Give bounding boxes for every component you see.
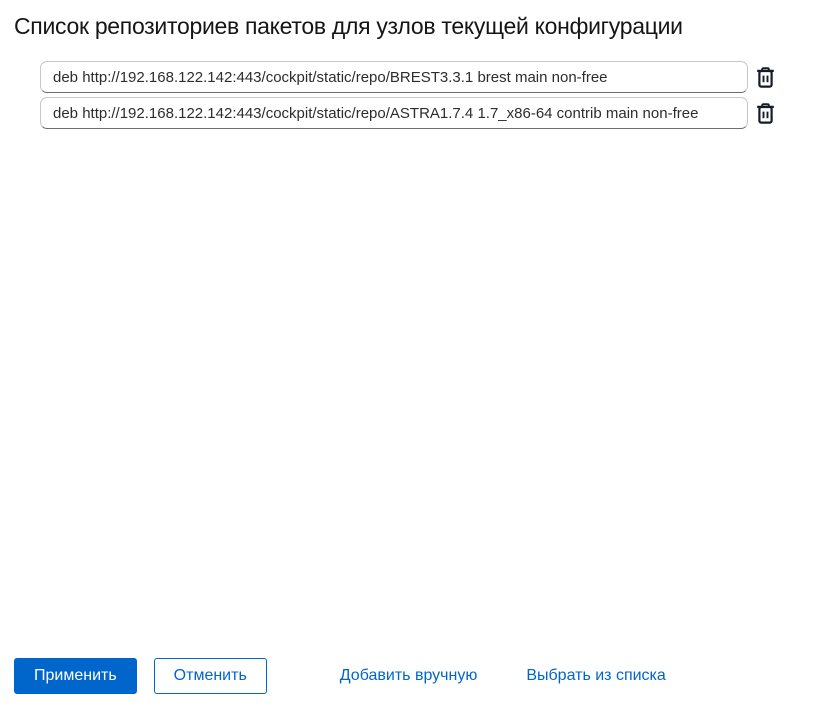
repo-config-page: Список репозиториев пакетов для узлов те… — [0, 0, 815, 711]
action-bar: Применить Отменить Добавить вручную Выбр… — [14, 658, 666, 694]
choose-from-list-link[interactable]: Выбрать из списка — [526, 667, 665, 685]
trash-icon — [756, 66, 775, 88]
repo-row — [40, 97, 777, 129]
repo-row — [40, 61, 777, 93]
delete-repo-button[interactable] — [753, 100, 777, 126]
apply-button[interactable]: Применить — [14, 658, 137, 694]
trash-icon — [756, 102, 775, 124]
page-title: Список репозиториев пакетов для узлов те… — [14, 13, 683, 39]
add-manually-link[interactable]: Добавить вручную — [340, 667, 478, 685]
repo-input[interactable] — [40, 97, 748, 129]
cancel-button[interactable]: Отменить — [153, 658, 267, 694]
delete-repo-button[interactable] — [753, 64, 777, 90]
repo-input[interactable] — [40, 61, 748, 93]
repo-list — [40, 61, 777, 129]
